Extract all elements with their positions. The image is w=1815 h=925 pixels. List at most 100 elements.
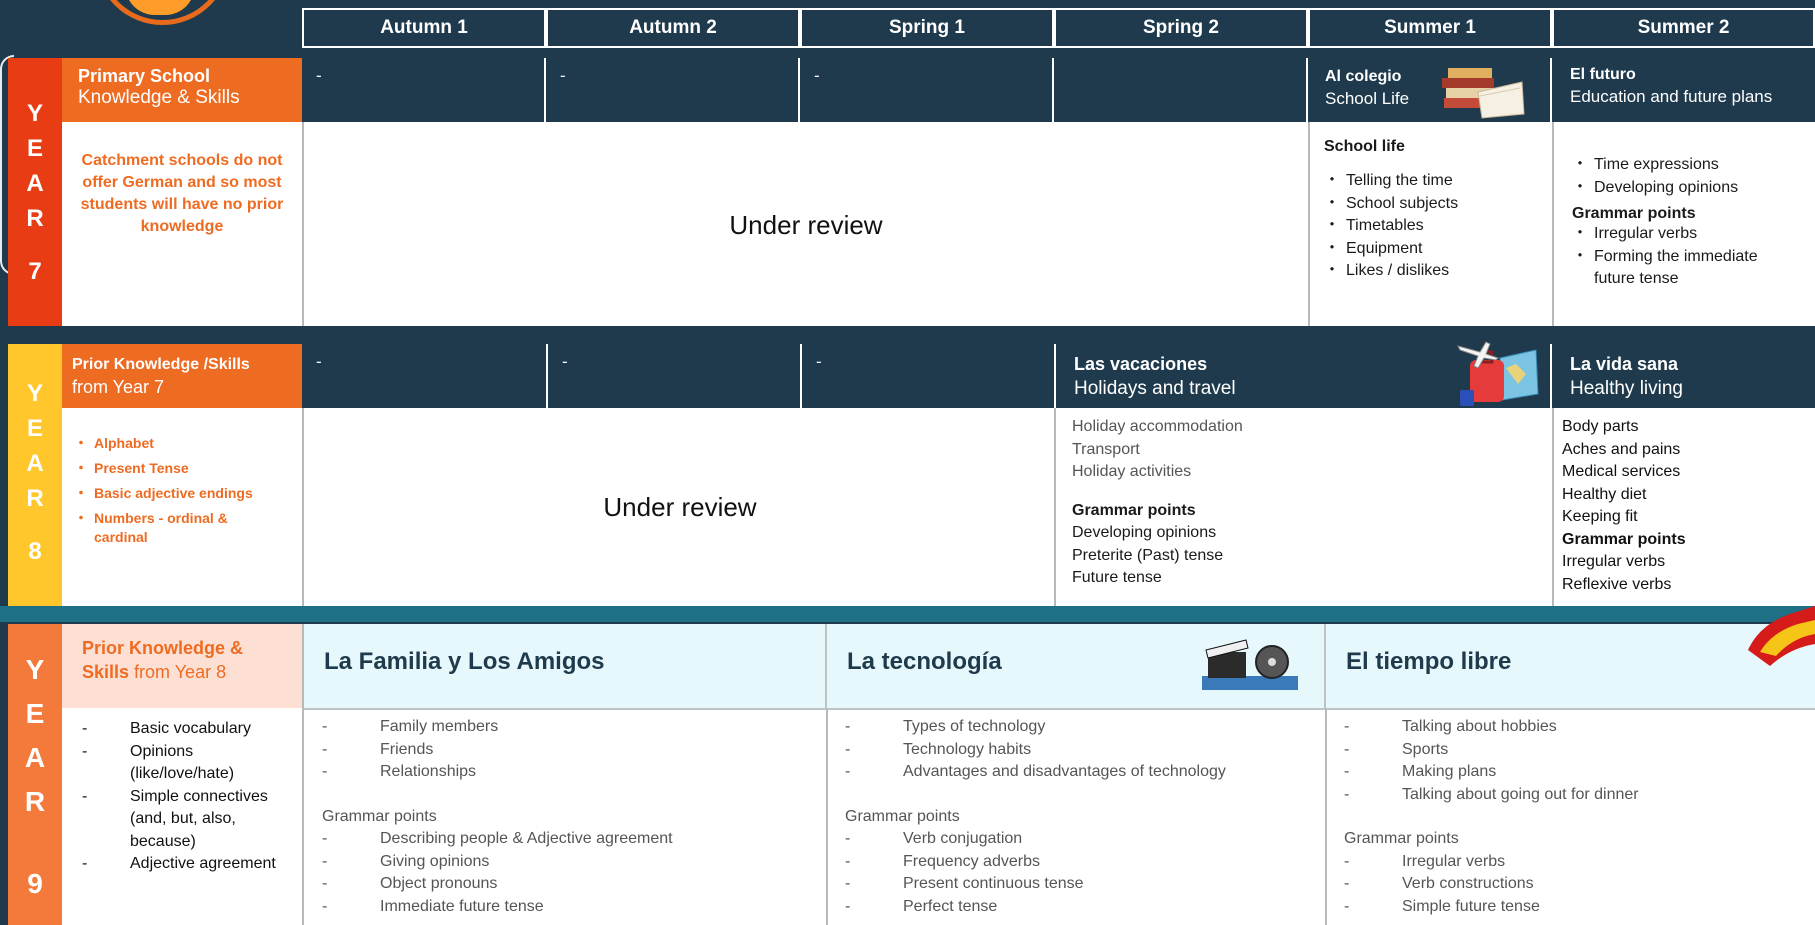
list-item: - Irregular verbs [1344,851,1810,874]
year8-label: Y E A R 8 [8,344,62,606]
year8-prior-title: Prior Knowledge /Skills [72,356,250,373]
list-item-text: Immediate future tense [380,897,544,915]
list-item: - Verb conjugation [845,828,1321,851]
year7-letter: R [26,205,44,232]
list-item-text: Frequency adverbs [903,852,1040,870]
list-item-text: Present continuous tense [903,875,1084,892]
year7-letter: E [26,135,43,162]
list-item: Alphabet [70,434,270,453]
list-item-text: Simple connectives (and, but, also, beca… [130,787,268,850]
year9-letter: E [25,698,45,729]
header-summer1: Summer 1 [1308,8,1552,48]
list-item: - Types of technology [845,716,1321,739]
list-item: Preterite (Past) tense [1072,546,1224,564]
list-item: Present Tense [70,459,270,478]
divider [826,708,828,925]
list-item: - Talking about going out for dinner [1344,784,1810,807]
header-spring2: Spring 2 [1054,8,1308,48]
list-item-text: Verb constructions [1402,875,1534,892]
list-item-text: Adjective agreement [130,855,276,872]
list-item: Time expressions [1568,154,1815,177]
year8-prior-list: Alphabet Present Tense Basic adjective e… [70,434,270,547]
year8-vida-grammar-heading: Grammar points [1562,530,1686,548]
list-item-text: Irregular verbs [1402,852,1506,870]
header-autumn2: Autumn 2 [546,8,800,48]
year7-number: 7 [28,258,42,285]
year9-letter: R [24,786,46,817]
list-item: Keeping fit [1562,508,1638,525]
list-item: - Verb constructions [1344,873,1810,896]
year9-prior-list: - Basic vocabulary - Opinions (like/love/h… [80,718,290,876]
year8-prior-header: Prior Knowledge /Skills from Year 7 [62,344,302,408]
year7-summer2-content: Time expressions Developing opinions Gra… [1554,154,1815,291]
year9-tiempo-grammar-heading: Grammar points [1344,830,1459,847]
list-item: Numbers - ordinal & cardinal [70,509,270,547]
year9-prior-header: Prior Knowledge & Skills from Year 8 [62,624,302,708]
list-item: - Frequency adverbs [845,851,1321,874]
spain-flag-icon [1740,604,1815,674]
header-autumn1: Autumn 1 [302,8,546,48]
list-item: - Basic vocabulary [80,718,290,741]
list-item-text: Making plans [1402,763,1497,780]
list-item: - Adjective agreement [80,853,290,876]
year7-spring2 [1054,58,1308,122]
year8-letter: A [26,450,44,477]
list-item: Developing opinions [1568,177,1815,200]
list-item-text: Giving opinions [380,852,490,870]
year9-letter: Y [25,654,45,685]
list-item-text: Opinions (like/love/hate) [130,742,235,783]
list-item: - Technology habits [845,739,1321,762]
list-item: Forming the immediate future tense [1568,246,1788,291]
list-item: - Opinions (like/love/hate) [80,741,290,786]
list-item: - Making plans [1344,761,1810,784]
list-item: - Object pronouns [322,873,822,896]
list-item: Equipment [1320,238,1550,261]
year7-letter: Y [26,100,43,127]
year7-summer2-header: El futuro Education and future plans [1552,58,1815,122]
list-item: - Immediate future tense [322,896,822,919]
year7-autumn2: - [546,58,800,122]
year8-letter: Y [26,380,43,407]
divider [1325,708,1327,925]
travel-luggage-icon [1456,338,1540,408]
list-item: Irregular verbs [1568,223,1815,246]
list-item-text: Object pronouns [380,875,498,892]
list-item-text: Friends [380,740,434,758]
year8-autumn1: - [302,344,548,408]
year7-summer1-content: School life Telling the time School subj… [1310,138,1550,283]
year8-review: Under review [603,491,757,522]
list-item: - Present continuous tense [845,873,1321,896]
year8-autumn2: - [548,344,802,408]
list-item: - Family members [322,716,822,739]
list-item: Developing opinions [1072,524,1217,541]
list-item-text: Sports [1402,740,1449,758]
list-item: Aches and pains [1562,440,1681,458]
list-item: Reflexive verbs [1562,575,1672,593]
list-item: Healthy diet [1562,485,1647,503]
books-icon [1440,62,1526,120]
list-item-text: Simple future tense [1402,897,1540,915]
list-item: - Talking about hobbies [1344,716,1810,739]
year9-tecnologia-grammar-heading: Grammar points [845,807,960,825]
list-item: - Simple future tense [1344,896,1810,919]
year8-number: 8 [28,538,42,565]
list-item: Telling the time [1320,170,1550,193]
header-spring1: Spring 1 [800,8,1054,48]
list-item-text: Technology habits [903,740,1032,758]
list-item-text: Advantages and disadvantages of technolo… [903,763,1226,780]
list-item: - Relationships [322,761,822,784]
year9-familia-grammar-heading: Grammar points [322,807,437,825]
year9-prior-title-suffix: from Year 8 [129,662,227,682]
list-item: Future tense [1072,569,1162,586]
list-item: Medical services [1562,463,1681,480]
divider [1054,408,1056,606]
list-item-text: Verb conjugation [903,830,1023,847]
list-item: Holiday accommodation [1072,418,1243,435]
year7-spring1: - [800,58,1054,122]
film-reel-icon [1198,636,1302,696]
list-item-text: Perfect tense [903,897,998,915]
year8-vacaciones-grammar-heading: Grammar points [1072,501,1196,519]
year7-summer1-heading: School life [1324,138,1405,155]
list-item-text: Basic vocabulary [130,720,251,737]
list-item: - Perfect tense [845,896,1321,919]
